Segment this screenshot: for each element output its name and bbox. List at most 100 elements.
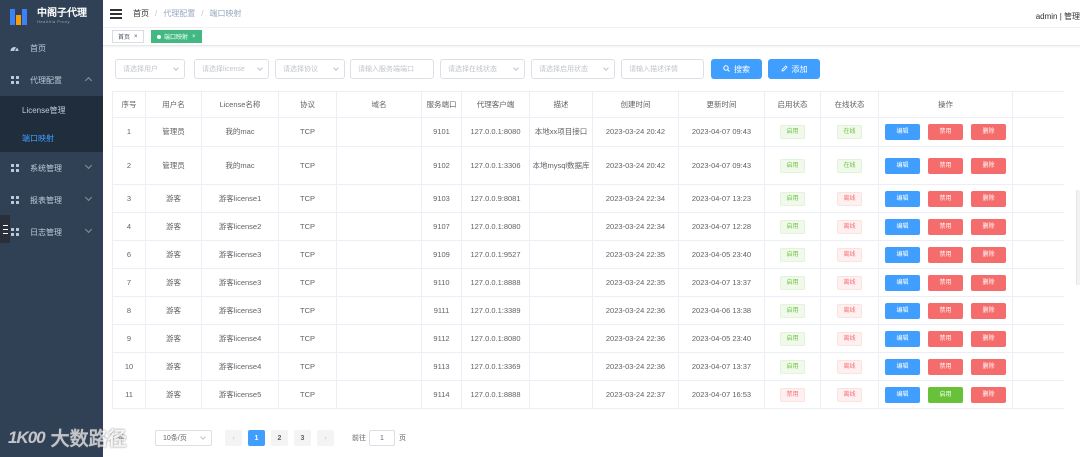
cell-created: 2023-03-24 22:35 <box>593 241 679 268</box>
delete-button[interactable]: 删除 <box>971 246 1006 263</box>
cell-updated: 2023-04-06 13:38 <box>679 297 765 324</box>
page-size-select[interactable]: 10条/页 <box>155 430 212 446</box>
delete-button[interactable]: 删除 <box>971 190 1006 207</box>
online-status-badge: 离线 <box>837 387 862 402</box>
enabled-status-select[interactable]: 请选择启用状态 <box>531 59 615 79</box>
page-3-button[interactable]: 3 <box>294 430 311 446</box>
user-menu[interactable]: admin | 管理 <box>1036 11 1080 22</box>
cell-no: 6 <box>112 241 146 268</box>
cell-user: 游客 <box>146 297 202 324</box>
edit-button[interactable]: 编辑 <box>885 274 920 291</box>
protocol-select[interactable]: 请选择协议 <box>275 59 345 79</box>
edit-button[interactable]: 编辑 <box>885 157 920 174</box>
cell-desc: 本地xx项目接口 <box>530 118 593 146</box>
user-select[interactable]: 请选择用户 <box>115 59 185 79</box>
description-input[interactable]: 请输入描述详情 <box>621 59 704 79</box>
logo[interactable]: 中阁子代理 Healthia Proxy <box>0 0 103 32</box>
cell-license: 我的mac <box>202 118 279 146</box>
delete-button[interactable]: 删除 <box>971 218 1006 235</box>
online-status-select[interactable]: 请选择在线状态 <box>440 59 525 79</box>
disable-button[interactable]: 禁用 <box>928 274 963 291</box>
cell-enabled: 启用 <box>765 185 821 212</box>
disable-button[interactable]: 禁用 <box>928 157 963 174</box>
column-header-protocol: 协议 <box>279 92 337 117</box>
chevron-down-icon <box>200 434 206 440</box>
enabled-status-badge: 启用 <box>780 303 805 318</box>
tab-port-mapping[interactable]: 端口映射 × <box>151 30 202 43</box>
delete-button[interactable]: 删除 <box>971 274 1006 291</box>
delete-button[interactable]: 删除 <box>971 358 1006 375</box>
delete-button[interactable]: 删除 <box>971 124 1006 140</box>
next-page-button[interactable]: › <box>317 430 334 446</box>
page-2-button[interactable]: 2 <box>271 430 288 446</box>
delete-button[interactable]: 删除 <box>971 330 1006 347</box>
page-1-button[interactable]: 1 <box>248 430 265 446</box>
placeholder: 请选择协议 <box>283 66 318 73</box>
cell-updated: 2023-04-07 13:37 <box>679 353 765 380</box>
cell-user: 游客 <box>146 185 202 212</box>
edit-button[interactable]: 编辑 <box>885 218 920 235</box>
hamburger-icon[interactable] <box>110 8 122 19</box>
sidebar-item-home[interactable]: 首页 <box>0 32 103 64</box>
cell-online: 离线 <box>821 213 879 240</box>
disable-button[interactable]: 禁用 <box>928 218 963 235</box>
cell-created: 2023-03-24 22:36 <box>593 353 679 380</box>
sidebar-item-port-mapping[interactable]: 端口映射 <box>0 124 103 152</box>
edit-button[interactable]: 编辑 <box>885 358 920 375</box>
edit-button[interactable]: 编辑 <box>885 124 920 140</box>
delete-button[interactable]: 删除 <box>971 386 1006 403</box>
cell-domain <box>337 297 422 324</box>
goto-page-input[interactable]: 1 <box>369 430 395 446</box>
delete-button[interactable]: 删除 <box>971 157 1006 174</box>
table-row: 6 游客 游客license3 TCP 9109 127.0.0.1:9527 2023-0… <box>112 241 1064 269</box>
sidebar-item-license[interactable]: License管理 <box>0 96 103 124</box>
sidebar-item-system[interactable]: 系统管理 <box>0 152 103 184</box>
search-button-label: 搜索 <box>734 64 750 74</box>
edit-button[interactable]: 编辑 <box>885 386 920 403</box>
sidebar-toggle-handle[interactable] <box>0 215 10 243</box>
cell-protocol: TCP <box>279 147 337 184</box>
disable-button[interactable]: 禁用 <box>928 302 963 319</box>
tab-home[interactable]: 首页 × <box>112 30 144 43</box>
placeholder: 请选择启用状态 <box>539 66 588 73</box>
tab-label: 首页 <box>118 35 131 41</box>
edit-button[interactable]: 编辑 <box>885 190 920 207</box>
cell-client: 127.0.0.1:8080 <box>462 118 530 146</box>
edit-button[interactable]: 编辑 <box>885 302 920 319</box>
disable-button[interactable]: 禁用 <box>928 246 963 263</box>
tab-label: 端口映射 <box>164 35 189 41</box>
edit-button[interactable]: 编辑 <box>885 246 920 263</box>
disable-button[interactable]: 禁用 <box>928 190 963 207</box>
cell-client: 127.0.0.1:8080 <box>462 213 530 240</box>
cell-created: 2023-03-24 22:36 <box>593 325 679 352</box>
disable-button[interactable]: 禁用 <box>928 358 963 375</box>
cell-created: 2023-03-24 22:36 <box>593 297 679 324</box>
enable-button[interactable]: 启用 <box>928 386 963 403</box>
cell-protocol: TCP <box>279 118 337 146</box>
close-icon[interactable]: × <box>192 34 196 40</box>
close-icon[interactable]: × <box>134 34 138 40</box>
sidebar-item-reports[interactable]: 报表管理 <box>0 184 103 216</box>
search-button[interactable]: 搜索 <box>711 59 762 79</box>
cell-client: 127.0.0.1:8888 <box>462 269 530 296</box>
edit-button[interactable]: 编辑 <box>885 330 920 347</box>
cell-updated: 2023-04-07 16:53 <box>679 381 765 408</box>
sidebar-item-proxy-config[interactable]: 代理配置 <box>0 64 103 96</box>
sidebar-item-logs[interactable]: 日志管理 <box>0 216 103 248</box>
prev-page-button[interactable]: ‹ <box>225 430 242 446</box>
cell-no: 2 <box>112 147 146 184</box>
port-input[interactable]: 请输入服务端端口 <box>350 59 434 79</box>
add-button[interactable]: 添加 <box>768 59 820 79</box>
license-select[interactable]: 请选择license <box>194 59 269 79</box>
cell-desc <box>530 381 593 408</box>
brand-name: 中阁子代理 <box>37 7 87 19</box>
cell-port: 9110 <box>422 269 462 296</box>
disable-button[interactable]: 禁用 <box>928 330 963 347</box>
breadcrumb-home[interactable]: 首页 <box>133 8 149 19</box>
cell-port: 9112 <box>422 325 462 352</box>
delete-button[interactable]: 删除 <box>971 302 1006 319</box>
cell-actions: 编辑 禁用 删除 <box>879 353 1013 380</box>
scrollbar[interactable] <box>1076 190 1080 285</box>
cell-protocol: TCP <box>279 213 337 240</box>
disable-button[interactable]: 禁用 <box>928 124 963 140</box>
